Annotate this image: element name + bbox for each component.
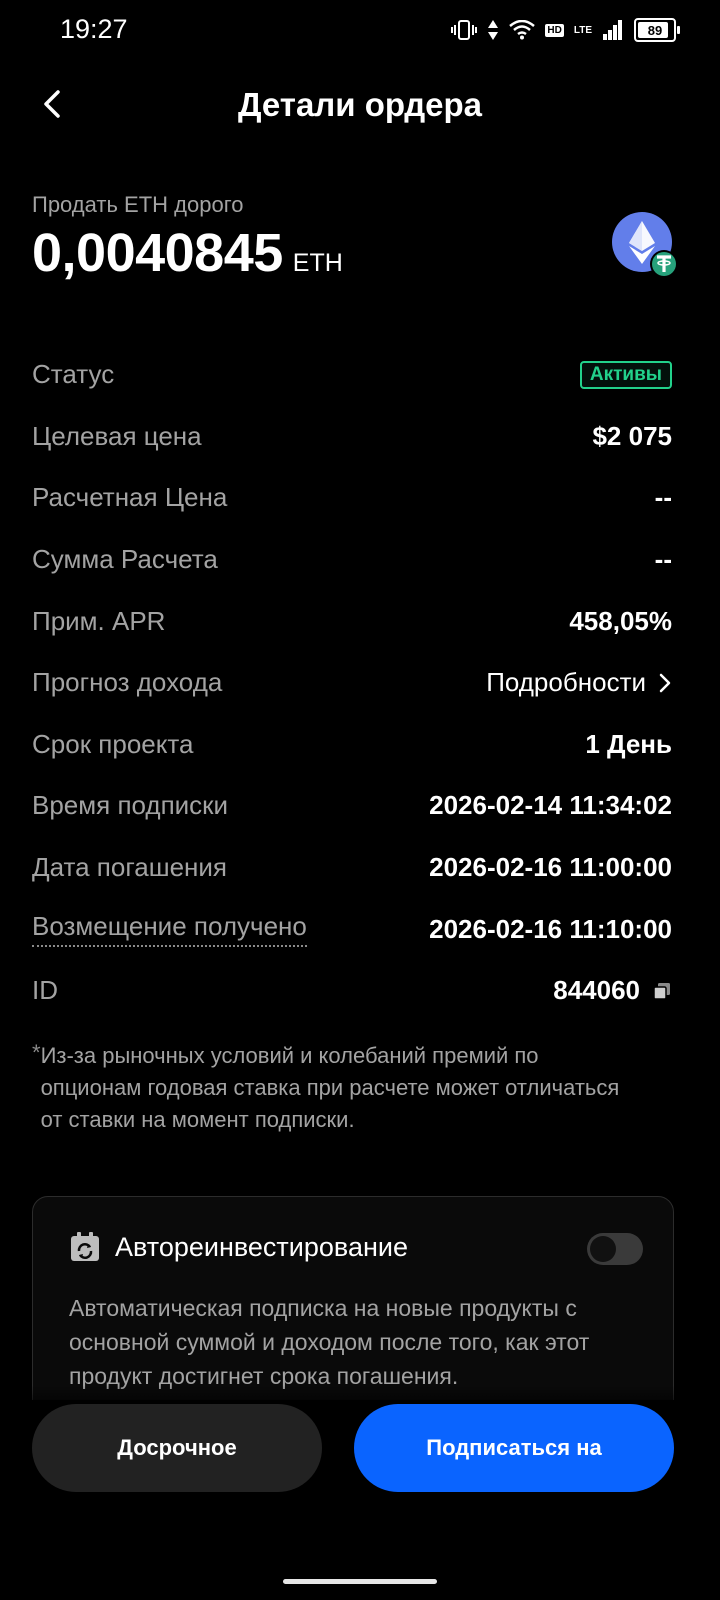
order-summary: Продать ETH дорого 0,0040845 ETH [32, 192, 688, 284]
detail-row-income-forecast[interactable]: Прогноз дохода Подробности [32, 652, 672, 714]
details-link[interactable]: Подробности [486, 667, 672, 698]
data-arrows-icon [488, 20, 499, 40]
id-value: 844060 [553, 975, 640, 1006]
settlement-amount-label: Сумма Расчета [32, 544, 218, 575]
settlement-price-value: -- [654, 482, 672, 513]
eth-usdt-pair-icon [612, 212, 678, 278]
detail-row-maturity-date: Дата погашения 2026-02-16 11:00:00 [32, 837, 672, 899]
status-icons: HD LTE 89 [451, 16, 680, 44]
detail-row-target-price: Целевая цена $2 075 [32, 406, 672, 468]
calendar-refresh-icon [71, 1232, 99, 1261]
apr-value: 458,05% [569, 605, 672, 636]
bottom-action-bar: Досрочное Подписаться на [0, 1400, 720, 1600]
order-details: Статус Активы Целевая цена $2 075 Расчет… [32, 344, 672, 1022]
details-link-label: Подробности [486, 667, 646, 698]
vibrate-icon [451, 20, 478, 40]
target-price-value: $2 075 [592, 420, 672, 451]
maturity-date-label: Дата погашения [32, 852, 227, 883]
detail-row-apr: Прим. APR 458,05% [32, 590, 672, 652]
hd-badge: HD [545, 23, 564, 37]
auto-reinvest-toggle[interactable] [587, 1233, 643, 1265]
target-price-label: Целевая цена [32, 420, 202, 451]
copy-icon[interactable] [652, 981, 672, 1001]
order-amount: 0,0040845 [32, 223, 283, 283]
subscription-time-value: 2026-02-14 11:34:02 [429, 790, 672, 821]
order-unit: ETH [292, 249, 343, 277]
term-label: Срок проекта [32, 728, 194, 759]
order-amount-row: 0,0040845 ETH [32, 222, 688, 284]
page-title: Детали ордера [237, 86, 483, 123]
id-label: ID [32, 975, 58, 1006]
income-forecast-label: Прогноз дохода [32, 667, 223, 698]
early-redeem-button[interactable]: Досрочное [32, 1404, 322, 1492]
detail-row-status: Статус Активы [32, 344, 672, 406]
detail-row-id: ID 844060 [32, 960, 672, 1022]
footnote-text: Из-за рыночных условий и колебаний преми… [40, 1043, 620, 1132]
status-bar: 19:27 HD LTE 89 [0, 0, 720, 60]
settlement-price-label: Расчетная Цена [32, 482, 228, 513]
detail-row-term: Срок проекта 1 День [32, 714, 672, 776]
refund-received-value: 2026-02-16 11:10:00 [429, 913, 672, 944]
status-label: Статус [32, 359, 115, 390]
auto-reinvest-title: Автореинвестирование [115, 1231, 408, 1262]
subscription-time-label: Время подписки [32, 790, 229, 821]
detail-row-settlement-amount: Сумма Расчета -- [32, 529, 672, 591]
term-value: 1 День [585, 728, 672, 759]
settlement-amount-value: -- [654, 544, 672, 575]
apr-footnote: * Из-за рыночных условий и колебаний пре… [32, 1040, 632, 1136]
toggle-knob [590, 1236, 616, 1262]
apr-label: Прим. APR [32, 605, 166, 636]
detail-row-settlement-price: Расчетная Цена -- [32, 467, 672, 529]
battery-icon: 89 [634, 18, 680, 42]
refund-received-label[interactable]: Возмещение получено [32, 911, 307, 948]
detail-row-refund-received: Возмещение получено 2026-02-16 11:10:00 [32, 898, 672, 960]
id-value-group: 844060 [553, 975, 672, 1006]
home-indicator[interactable] [283, 1579, 437, 1584]
wifi-icon [509, 20, 536, 40]
auto-reinvest-header: Автореинвестирование [69, 1231, 408, 1263]
detail-row-subscription-time: Время подписки 2026-02-14 11:34:02 [32, 775, 672, 837]
order-type: Продать ETH дорого [32, 192, 244, 217]
lte-label: LTE [573, 24, 592, 36]
status-time: 19:27 [60, 14, 128, 44]
battery-level: 89 [647, 22, 663, 38]
footnote-star: * [32, 1040, 41, 1065]
subscribe-button[interactable]: Подписаться на [354, 1404, 674, 1492]
maturity-date-value: 2026-02-16 11:00:00 [429, 852, 672, 883]
chevron-right-icon [659, 673, 671, 693]
auto-reinvest-description: Автоматическая подписка на новые продукт… [69, 1295, 590, 1389]
status-badge: Активы [579, 360, 672, 389]
signal-icon [603, 20, 622, 40]
header: Детали ордера [0, 70, 720, 140]
